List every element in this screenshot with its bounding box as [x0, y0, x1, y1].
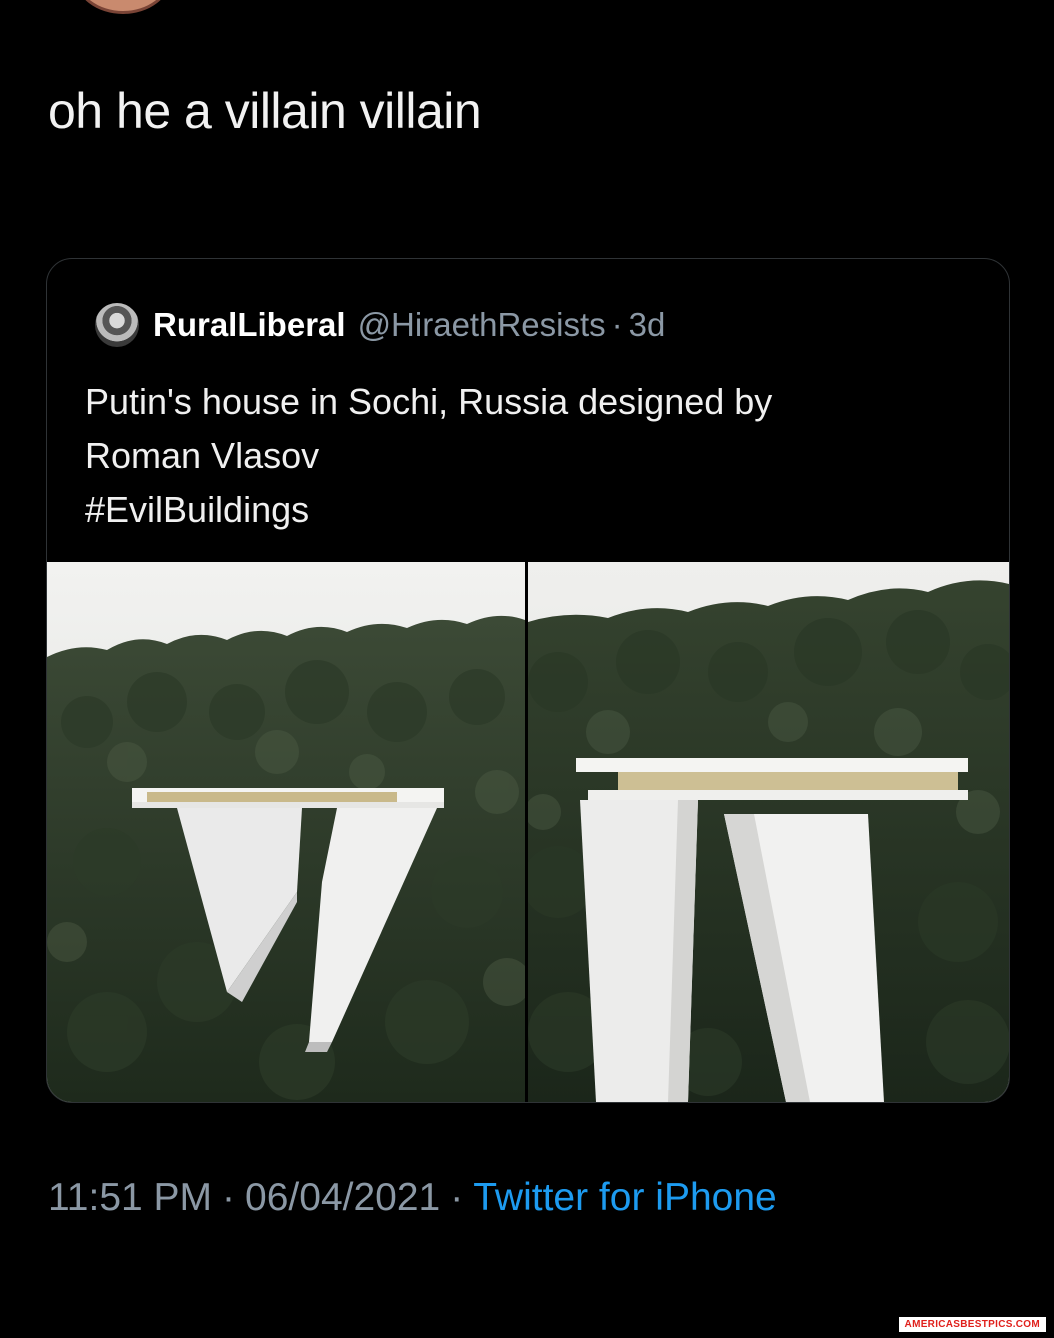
tweet-date[interactable]: 06/04/2021 — [245, 1176, 440, 1219]
separator-dot: · — [450, 1176, 464, 1219]
hashtag-link[interactable]: #EvilBuildings — [85, 483, 965, 537]
quoted-tweet-header: RuralLiberal @HiraethResists · 3d — [95, 299, 665, 351]
quoted-tweet-text: Putin's house in Sochi, Russia designed … — [85, 375, 965, 537]
quoted-author-handle[interactable]: @HiraethResists — [358, 306, 606, 344]
separator-dot: · — [222, 1176, 236, 1219]
quoted-author-name[interactable]: RuralLiberal — [153, 306, 346, 344]
tweet-time[interactable]: 11:51 PM — [48, 1176, 212, 1219]
quoted-author-avatar[interactable] — [95, 303, 139, 347]
media-grid — [47, 562, 1009, 1102]
author-avatar[interactable] — [75, 0, 171, 14]
quoted-tweet-card[interactable]: RuralLiberal @HiraethResists · 3d Putin'… — [46, 258, 1010, 1103]
quoted-text-line: Putin's house in Sochi, Russia designed … — [85, 381, 773, 422]
tweet-footer: 11:51 PM · 06/04/2021 · Twitter for iPhone — [48, 1176, 777, 1220]
separator-dot: · — [611, 306, 623, 343]
quoted-tweet-age[interactable]: 3d — [629, 306, 666, 344]
media-photo-left[interactable] — [47, 562, 525, 1102]
tweet-text: oh he a villain villain — [48, 83, 482, 139]
quoted-text-line: Roman Vlasov — [85, 435, 320, 476]
site-watermark: AMERICASBESTPICS.COM — [898, 1317, 1046, 1332]
media-photo-right[interactable] — [528, 562, 1009, 1102]
tweet-source-link[interactable]: Twitter for iPhone — [473, 1176, 776, 1219]
